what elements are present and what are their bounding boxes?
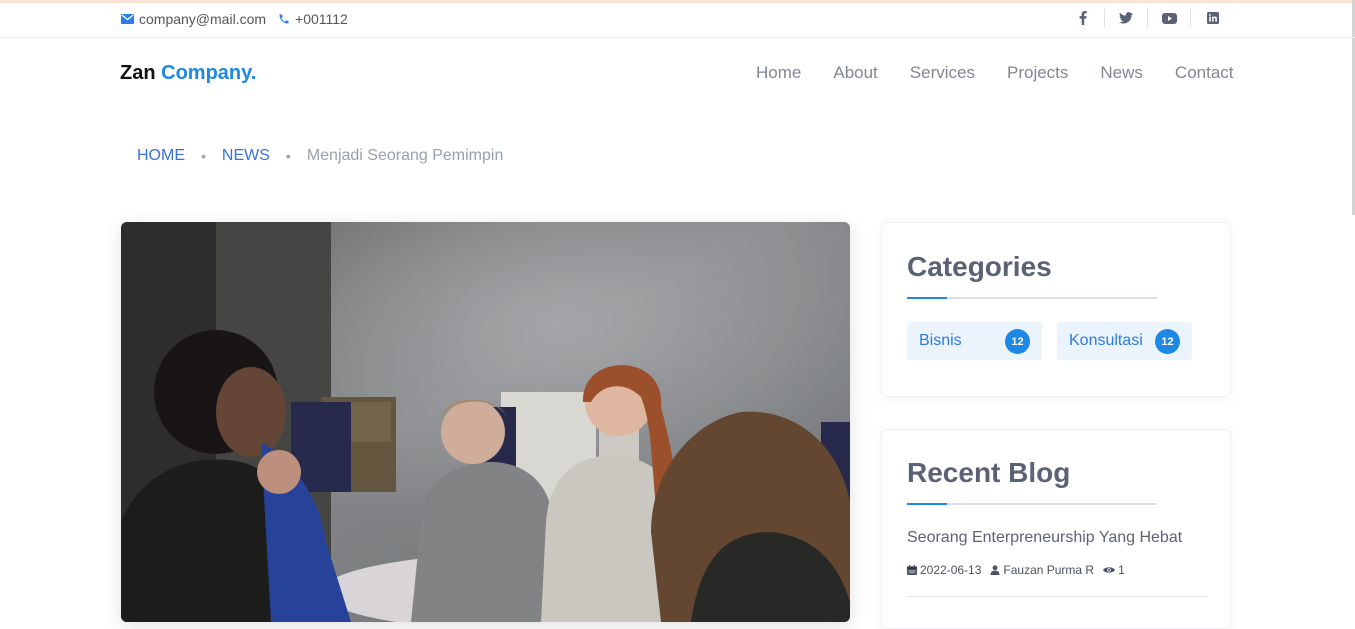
breadcrumb-home[interactable]: HOME	[137, 147, 185, 165]
brand-logo[interactable]: Zan Company.	[120, 62, 256, 85]
breadcrumb-separator: •	[285, 148, 291, 164]
breadcrumb-current: Menjadi Seorang Pemimpin	[306, 147, 504, 164]
breadcrumb: HOME • NEWS • Menjadi Seorang Pemimpin	[137, 147, 503, 165]
post-divider	[907, 596, 1207, 597]
category-konsultasi[interactable]: Konsultasi 12	[1057, 322, 1192, 360]
eye-icon	[1103, 567, 1116, 573]
post-date-text: 2022-06-13	[920, 563, 982, 577]
recent-post-title[interactable]: Seorang Enterpreneurship Yang Hebat	[907, 529, 1182, 547]
recent-blog-title: Recent Blog	[907, 457, 1071, 488]
nav-contact[interactable]: Contact	[1175, 63, 1234, 83]
facebook-link[interactable]	[1062, 9, 1105, 27]
post-views: 1	[1103, 563, 1125, 577]
nav-news[interactable]: News	[1100, 63, 1143, 83]
brand-name-part1: Zan	[120, 62, 156, 84]
user-icon	[990, 565, 1000, 575]
hero-photo-illustration	[121, 222, 850, 622]
email-text: company@mail.com	[139, 11, 267, 27]
nav-home[interactable]: Home	[756, 63, 801, 83]
breadcrumb-news[interactable]: NEWS	[222, 147, 270, 165]
categories-title: Categories	[907, 251, 1052, 282]
calendar-icon	[907, 565, 917, 575]
breadcrumb-separator: •	[201, 148, 206, 164]
phone-text: +001112	[295, 11, 348, 27]
post-author: Fauzan Purma R	[990, 563, 1094, 577]
nav-services[interactable]: Services	[910, 63, 975, 83]
youtube-link[interactable]	[1148, 9, 1191, 27]
envelope-icon	[121, 14, 134, 24]
navbar: Zan Company. Home About Services Project…	[0, 38, 1355, 108]
category-count-badge: 12	[1155, 329, 1180, 354]
email-item[interactable]: company@mail.com	[121, 11, 266, 27]
top-contact-bar: company@mail.com +001112	[0, 3, 1355, 38]
twitter-icon	[1119, 12, 1133, 24]
recent-blog-card: Recent Blog Seorang Enterpreneurship Yan…	[881, 429, 1231, 629]
phone-item[interactable]: +001112	[278, 11, 348, 27]
main-menu: Home About Services Projects News Contac…	[740, 63, 1250, 83]
title-underline	[907, 503, 1157, 505]
recent-post-meta: 2022-06-13 Fauzan Purma R 1	[907, 563, 1134, 577]
nav-about[interactable]: About	[833, 63, 877, 83]
title-underline	[907, 297, 1157, 299]
category-bisnis[interactable]: Bisnis 12	[907, 322, 1042, 360]
youtube-icon	[1161, 12, 1177, 24]
post-date: 2022-06-13	[907, 563, 981, 577]
post-views-count: 1	[1118, 563, 1125, 577]
category-label: Bisnis	[919, 332, 962, 349]
linkedin-link[interactable]	[1191, 9, 1234, 27]
contact-info: company@mail.com +001112	[121, 11, 360, 27]
article-hero-image	[121, 222, 850, 622]
linkedin-icon	[1206, 12, 1219, 24]
phone-icon	[279, 14, 289, 24]
categories-card: Categories Bisnis 12 Konsultasi 12	[881, 222, 1231, 397]
twitter-link[interactable]	[1105, 9, 1148, 27]
social-links	[1062, 9, 1234, 27]
facebook-icon	[1079, 11, 1087, 25]
brand-name-part2: Company.	[161, 62, 257, 84]
nav-projects[interactable]: Projects	[1007, 63, 1068, 83]
category-count-badge: 12	[1005, 329, 1030, 354]
post-author-text: Fauzan Purma R	[1003, 563, 1095, 577]
category-label: Konsultasi	[1069, 332, 1143, 349]
